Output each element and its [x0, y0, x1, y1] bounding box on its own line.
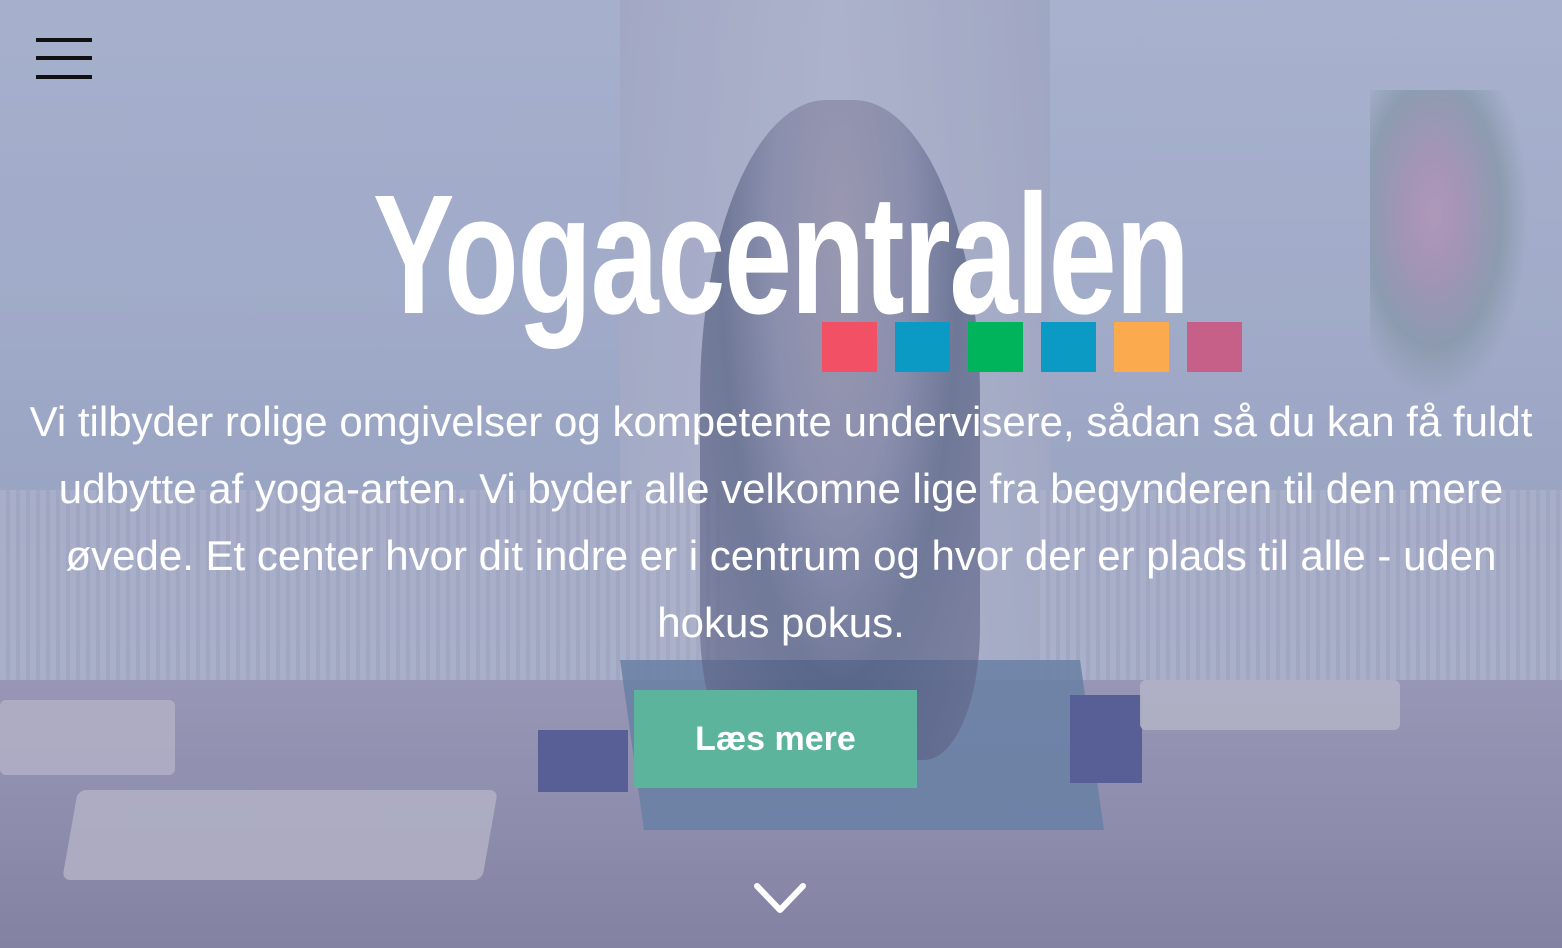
menu-bar-middle [36, 56, 92, 60]
hero-section: Yogacentralen Vi tilbyder rolige omgivel… [0, 0, 1562, 948]
menu-bar-top [36, 38, 92, 42]
logo-square-blue [895, 322, 950, 372]
logo-square-green [968, 322, 1023, 372]
logo-color-squares [822, 322, 1242, 372]
hero-description: Vi tilbyder rolige omgivelser og kompete… [29, 398, 1533, 646]
logo-square-blue-2 [1041, 322, 1096, 372]
logo-square-pink [1187, 322, 1242, 372]
hamburger-menu-icon[interactable] [36, 36, 92, 82]
menu-bar-bottom [36, 75, 92, 79]
site-title: Yogacentralen [372, 160, 1190, 350]
chevron-down-icon[interactable] [754, 878, 806, 918]
logo-square-orange [1114, 322, 1169, 372]
logo-square-red [822, 322, 877, 372]
read-more-button[interactable]: Læs mere [634, 690, 917, 788]
